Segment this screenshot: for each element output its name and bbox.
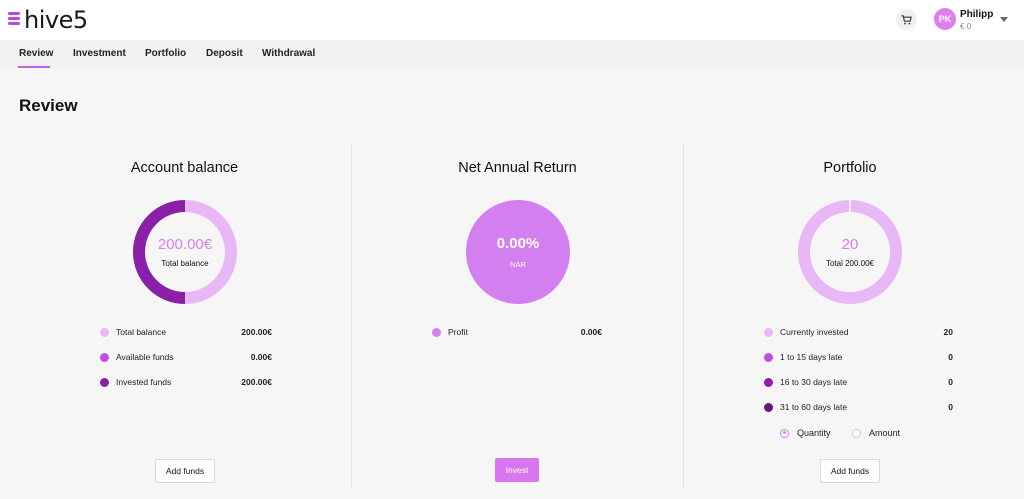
- chevron-down-icon[interactable]: [1000, 17, 1008, 22]
- account-balance-donut: 200.00€ Total balance: [133, 200, 237, 309]
- legend-dot: [100, 378, 109, 387]
- tab-review[interactable]: Review: [19, 48, 53, 59]
- legend-label: Profit: [448, 327, 468, 337]
- legend-value: 20: [943, 327, 953, 337]
- legend-item-1-15-days-late: 1 to 15 days late 0: [764, 352, 953, 364]
- legend-value: 200.00€: [241, 377, 272, 387]
- legend-label: Invested funds: [116, 377, 172, 387]
- legend-value: 0.00€: [250, 352, 272, 362]
- legend-dot: [764, 403, 773, 412]
- legend-item-profit: Profit 0.00€: [432, 327, 602, 339]
- legend-dot: [764, 353, 773, 362]
- legend-item-31-60-days-late: 31 to 60 days late 0: [764, 402, 953, 414]
- legend-item-total-balance: Total balance 200.00€: [100, 327, 272, 339]
- legend-value: 0.00€: [580, 327, 602, 337]
- menu-icon[interactable]: [8, 12, 20, 26]
- legend-dot: [100, 353, 109, 362]
- legend-value: 0: [948, 402, 953, 412]
- user-name[interactable]: Philipp: [960, 9, 993, 20]
- legend-item-available-funds: Available funds 0.00€: [100, 352, 272, 364]
- radio-label: Quantity: [797, 428, 831, 438]
- active-tab-indicator: [18, 66, 50, 68]
- tab-portfolio[interactable]: Portfolio: [145, 48, 186, 59]
- legend-value: 0: [948, 352, 953, 362]
- legend-item-16-30-days-late: 16 to 30 days late 0: [764, 377, 953, 389]
- account-balance-panel: Account balance 200.00€ Total balance To…: [18, 144, 351, 489]
- portfolio-panel: Portfolio 20 Total 200.00€ Currently inv…: [684, 144, 1016, 489]
- add-funds-button[interactable]: Add funds: [155, 459, 215, 483]
- cart-button[interactable]: [896, 9, 917, 30]
- legend-dot: [764, 378, 773, 387]
- legend-dot: [432, 328, 441, 337]
- nar-circle: 0.00% NAR: [466, 200, 570, 309]
- review-panels: Account balance 200.00€ Total balance To…: [18, 144, 1016, 489]
- legend-item-invested-funds: Invested funds 200.00€: [100, 377, 272, 389]
- nar-label: NAR: [510, 260, 526, 269]
- brand-logo[interactable]: hive5: [24, 6, 88, 34]
- top-bar: hive5 PK Philipp € 0: [0, 0, 1024, 40]
- cart-icon: [901, 14, 912, 24]
- nar-value: 0.00%: [496, 235, 540, 252]
- tab-bar: Review Investment Portfolio Deposit With…: [0, 40, 1024, 68]
- legend-label: 16 to 30 days late: [780, 377, 848, 387]
- legend-label: 31 to 60 days late: [780, 402, 848, 412]
- legend-label: Available funds: [116, 352, 174, 362]
- legend-dot: [100, 328, 109, 337]
- legend-label: Total balance: [116, 327, 167, 337]
- portfolio-view-toggle: Quantity Amount: [780, 427, 960, 441]
- legend-label: Currently invested: [780, 327, 849, 337]
- portfolio-donut: 20 Total 200.00€: [798, 200, 902, 309]
- page-title: Review: [19, 96, 78, 115]
- radio-amount[interactable]: Amount: [852, 427, 900, 439]
- legend-value: 200.00€: [241, 327, 272, 337]
- radio-circle[interactable]: [780, 428, 789, 438]
- radio-label: Amount: [869, 428, 901, 438]
- legend-value: 0: [948, 377, 953, 387]
- portfolio-title: Portfolio: [823, 160, 877, 176]
- legend-label: 1 to 15 days late: [780, 352, 843, 362]
- legend-dot: [764, 328, 773, 337]
- avatar[interactable]: PK: [934, 8, 956, 30]
- net-annual-return-panel: Net Annual Return 0.00% NAR Profit 0.00€…: [352, 144, 683, 489]
- tab-withdrawal[interactable]: Withdrawal: [262, 48, 315, 59]
- tab-investment[interactable]: Investment: [73, 48, 126, 59]
- account-balance-title: Account balance: [130, 160, 239, 176]
- total-balance-value: 200.00€: [157, 236, 213, 253]
- tab-deposit[interactable]: Deposit: [206, 48, 243, 59]
- radio-quantity[interactable]: Quantity: [780, 427, 831, 439]
- invest-button[interactable]: Invest: [495, 458, 539, 482]
- radio-circle[interactable]: [852, 428, 861, 438]
- add-funds-button[interactable]: Add funds: [820, 459, 880, 483]
- portfolio-total-label: Total 200.00€: [825, 259, 875, 268]
- legend-item-currently-invested: Currently invested 20: [764, 327, 953, 339]
- user-balance: € 0: [960, 22, 972, 31]
- net-annual-return-title: Net Annual Return: [458, 160, 577, 176]
- portfolio-count-value: 20: [841, 236, 859, 253]
- total-balance-label: Total balance: [161, 259, 209, 268]
